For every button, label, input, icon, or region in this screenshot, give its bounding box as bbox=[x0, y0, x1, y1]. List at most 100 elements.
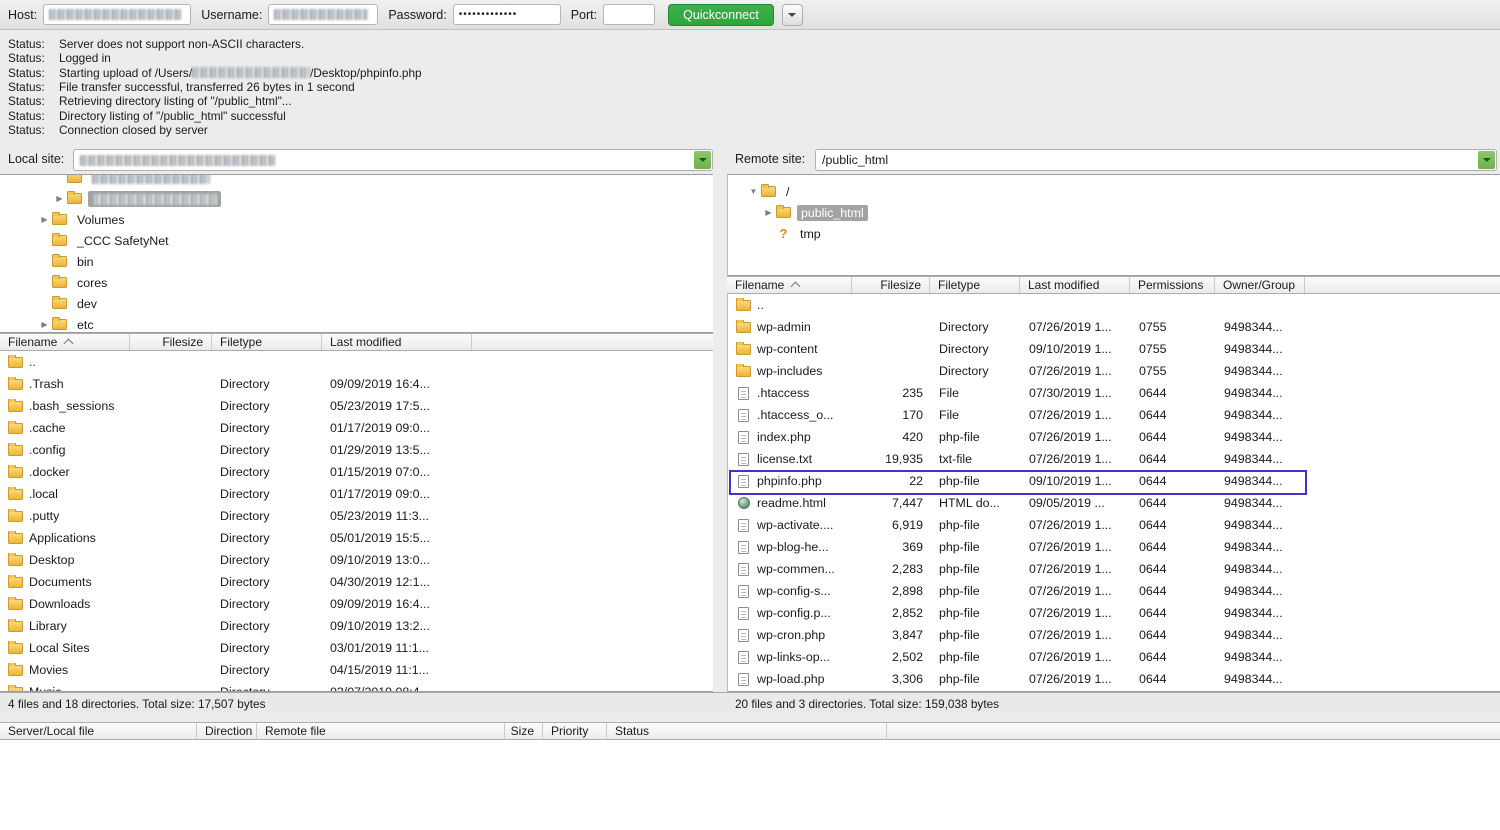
tree-item[interactable]: ▶public_html bbox=[728, 202, 1500, 223]
file-row[interactable]: wp-config-s...2,898php-file07/26/2019 1.… bbox=[728, 580, 1500, 602]
column-header[interactable]: Filesize bbox=[130, 334, 212, 350]
file-icon bbox=[738, 585, 749, 598]
password-input[interactable]: ••••••••••••• bbox=[453, 4, 561, 25]
folder-icon bbox=[8, 665, 23, 676]
tree-item[interactable]: bin bbox=[0, 251, 713, 272]
remote-site-dropdown-button[interactable] bbox=[1478, 151, 1495, 169]
tree-item[interactable]: cores bbox=[0, 272, 713, 293]
quickconnect-dropdown-button[interactable] bbox=[782, 4, 803, 26]
sort-ascending-icon bbox=[791, 282, 801, 292]
file-row[interactable]: wp-contentDirectory09/10/2019 1...075594… bbox=[728, 338, 1500, 360]
file-row[interactable]: ApplicationsDirectory05/01/2019 15:5... bbox=[0, 527, 713, 549]
file-cell: 09/10/2019 13:0... bbox=[322, 553, 472, 567]
column-header[interactable]: Filename bbox=[727, 277, 852, 293]
file-cell: Library bbox=[0, 619, 130, 633]
file-row[interactable]: wp-includesDirectory07/26/2019 1...07559… bbox=[728, 360, 1500, 382]
file-cell: 9498344... bbox=[1216, 342, 1306, 356]
folder-icon bbox=[8, 423, 23, 434]
column-header[interactable]: Size bbox=[505, 723, 543, 739]
column-header[interactable]: Owner/Group bbox=[1215, 277, 1305, 293]
file-cell: 0644 bbox=[1131, 496, 1216, 510]
file-cell: Directory bbox=[212, 553, 322, 567]
column-header[interactable]: Permissions bbox=[1130, 277, 1215, 293]
chevron-right-icon[interactable]: ▶ bbox=[52, 194, 67, 203]
file-row[interactable]: .htaccess_o...170File07/26/2019 1...0644… bbox=[728, 404, 1500, 426]
column-header[interactable]: Priority bbox=[543, 723, 607, 739]
local-site-combo[interactable] bbox=[73, 149, 713, 171]
quickconnect-button[interactable]: Quickconnect bbox=[668, 4, 774, 26]
chevron-right-icon[interactable]: ▶ bbox=[37, 320, 52, 329]
chevron-right-icon[interactable]: ▶ bbox=[761, 208, 776, 217]
file-row[interactable]: Local SitesDirectory03/01/2019 11:1... bbox=[0, 637, 713, 659]
column-header[interactable]: Filename bbox=[0, 334, 130, 350]
file-row[interactable]: index.php420php-file07/26/2019 1...06449… bbox=[728, 426, 1500, 448]
local-site-dropdown-button[interactable] bbox=[694, 151, 711, 169]
file-cell: .config bbox=[0, 443, 130, 457]
column-header[interactable]: Filesize bbox=[852, 277, 930, 293]
folder-icon bbox=[8, 555, 23, 566]
tree-item[interactable]: ▶ bbox=[0, 188, 713, 209]
remote-site-combo[interactable]: /public_html bbox=[815, 149, 1497, 171]
file-row[interactable]: .dockerDirectory01/15/2019 07:0... bbox=[0, 461, 713, 483]
folder-icon bbox=[8, 533, 23, 544]
file-cell: .putty bbox=[0, 509, 130, 523]
file-row[interactable]: .. bbox=[0, 351, 713, 373]
file-row[interactable]: MusicDirectory03/07/2019 08:4... bbox=[0, 681, 713, 692]
file-cell: Directory bbox=[212, 531, 322, 545]
column-header[interactable]: Filetype bbox=[930, 277, 1020, 293]
file-row[interactable]: .cacheDirectory01/17/2019 09:0... bbox=[0, 417, 713, 439]
file-row[interactable]: DownloadsDirectory09/09/2019 16:4... bbox=[0, 593, 713, 615]
tree-item[interactable]: dev bbox=[0, 293, 713, 314]
file-row[interactable]: .htaccess235File07/30/2019 1...064494983… bbox=[728, 382, 1500, 404]
file-row[interactable]: wp-blog-he...369php-file07/26/2019 1...0… bbox=[728, 536, 1500, 558]
tree-item[interactable]: ▶Volumes bbox=[0, 209, 713, 230]
file-row[interactable]: .TrashDirectory09/09/2019 16:4... bbox=[0, 373, 713, 395]
column-header[interactable]: Status bbox=[607, 723, 887, 739]
column-header[interactable]: Filetype bbox=[212, 334, 322, 350]
file-row[interactable]: .localDirectory01/17/2019 09:0... bbox=[0, 483, 713, 505]
tree-item[interactable]: ▶etc bbox=[0, 314, 713, 333]
file-cell: Directory bbox=[212, 443, 322, 457]
file-row[interactable]: .configDirectory01/29/2019 13:5... bbox=[0, 439, 713, 461]
file-row[interactable]: wp-links-op...2,502php-file07/26/2019 1.… bbox=[728, 646, 1500, 668]
file-cell: 07/26/2019 1... bbox=[1021, 650, 1131, 664]
column-header[interactable]: Last modified bbox=[322, 334, 472, 350]
file-row[interactable]: wp-activate....6,919php-file07/26/2019 1… bbox=[728, 514, 1500, 536]
file-cell: 0644 bbox=[1131, 518, 1216, 532]
tree-item[interactable]: ▼/ bbox=[728, 181, 1500, 202]
file-icon bbox=[738, 409, 749, 422]
file-row[interactable]: license.txt19,935txt-file07/26/2019 1...… bbox=[728, 448, 1500, 470]
file-row[interactable]: wp-cron.php3,847php-file07/26/2019 1...0… bbox=[728, 624, 1500, 646]
column-header[interactable]: Last modified bbox=[1020, 277, 1130, 293]
file-row[interactable]: DesktopDirectory09/10/2019 13:0... bbox=[0, 549, 713, 571]
username-input[interactable] bbox=[268, 4, 378, 25]
chevron-right-icon[interactable]: ▶ bbox=[37, 215, 52, 224]
file-row[interactable]: readme.html7,447HTML do...09/05/2019 ...… bbox=[728, 492, 1500, 514]
file-row[interactable]: LibraryDirectory09/10/2019 13:2... bbox=[0, 615, 713, 637]
file-row[interactable]: wp-commen...2,283php-file07/26/2019 1...… bbox=[728, 558, 1500, 580]
file-cell: php-file bbox=[931, 562, 1021, 576]
tree-item[interactable]: ?tmp bbox=[728, 223, 1500, 244]
file-row[interactable]: .. bbox=[728, 294, 1500, 316]
column-header[interactable]: Remote file bbox=[257, 723, 505, 739]
column-header[interactable]: Server/Local file bbox=[0, 723, 197, 739]
chevron-down-icon[interactable]: ▼ bbox=[746, 187, 761, 196]
file-row[interactable]: .bash_sessionsDirectory05/23/2019 17:5..… bbox=[0, 395, 713, 417]
file-row[interactable]: wp-load.php3,306php-file07/26/2019 1...0… bbox=[728, 668, 1500, 690]
file-row[interactable]: wp-config.p...2,852php-file07/26/2019 1.… bbox=[728, 602, 1500, 624]
file-row-highlighted[interactable]: phpinfo.php22php-file09/10/2019 1...0644… bbox=[728, 470, 1500, 492]
file-row[interactable]: wp-adminDirectory07/26/2019 1...07559498… bbox=[728, 316, 1500, 338]
column-header[interactable]: Direction bbox=[197, 723, 257, 739]
file-cell: 2,898 bbox=[853, 584, 931, 598]
tree-item[interactable]: _CCC SafetyNet bbox=[0, 230, 713, 251]
file-row[interactable]: DocumentsDirectory04/30/2019 12:1... bbox=[0, 571, 713, 593]
file-row[interactable]: MoviesDirectory04/15/2019 11:1... bbox=[0, 659, 713, 681]
file-cell: wp-activate.... bbox=[728, 518, 853, 532]
port-input[interactable] bbox=[603, 4, 655, 25]
file-cell: wp-admin bbox=[728, 320, 853, 334]
file-cell: 0644 bbox=[1131, 650, 1216, 664]
host-input[interactable] bbox=[43, 4, 191, 25]
file-row[interactable]: .puttyDirectory05/23/2019 11:3... bbox=[0, 505, 713, 527]
tree-item[interactable] bbox=[0, 174, 713, 188]
file-cell: php-file bbox=[931, 628, 1021, 642]
